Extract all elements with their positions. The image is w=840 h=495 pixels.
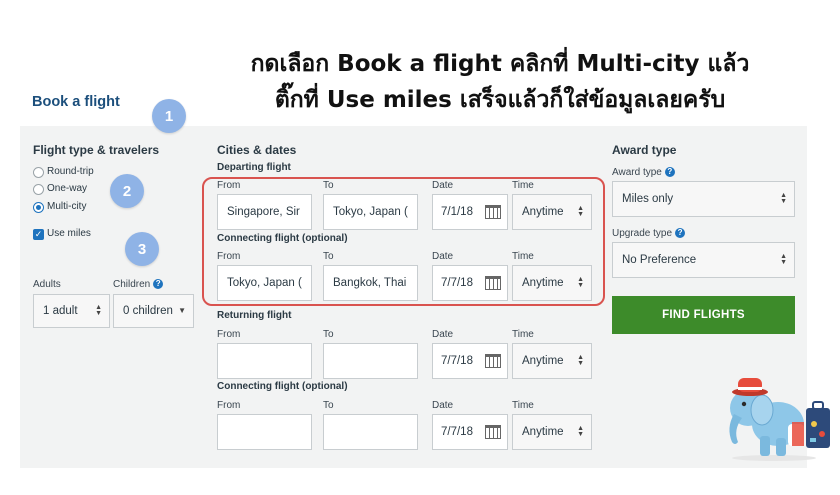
radio-round-trip[interactable] [33,167,44,178]
segment-4-to-input[interactable] [323,414,418,450]
segment-4-title: Connecting flight (optional) [217,381,348,392]
select-arrows-icon: ▲ ▼ [95,304,102,317]
segment-3-from-label: From [217,329,241,340]
children-label-text: Children [113,279,151,290]
chevron-down-icon: ▼ [178,306,186,315]
step-badge-3: 3 [125,232,159,266]
calendar-icon[interactable] [485,425,501,439]
upgrade-type-label: Upgrade type? [612,228,686,239]
caption-line-2: ติ๊กที่ Use miles เสร็จแล้วก็ใส่ข้อมูลเล… [274,87,726,113]
upgrade-type-value: No Preference [622,254,697,266]
segment-3-date-value: 7/7/18 [441,355,473,367]
use-miles-checkbox[interactable]: ✓ [33,229,44,240]
adults-select-value: 1 adult [43,305,78,317]
segment-3-to-label: To [323,329,334,340]
use-miles-label[interactable]: Use miles [47,228,91,239]
cities-dates-heading: Cities & dates [217,143,297,157]
radio-multi-city[interactable] [33,202,44,213]
segment-3-date-input[interactable]: 7/7/18 [432,343,508,379]
segment-1-title: Departing flight [217,162,291,173]
segment-4-date-label: Date [432,400,454,411]
elephant-mascot [729,378,830,461]
segment-3-title: Returning flight [217,310,292,321]
upgrade-type-label-text: Upgrade type [612,228,673,239]
segment-4-time-value: Anytime [522,426,564,438]
award-type-label-text: Award type [612,167,662,178]
segment-3-from-input[interactable] [217,343,312,379]
step-badge-1: 1 [152,99,186,133]
segment-3-to-input[interactable] [323,343,418,379]
segment-4-time-select[interactable]: Anytime ▲ ▼ [512,414,592,450]
page-title[interactable]: Book a flight [32,94,120,110]
radio-one-way[interactable] [33,184,44,195]
select-arrows-icon: ▲ ▼ [780,253,787,266]
select-arrows-icon: ▲ ▼ [577,354,584,367]
info-icon[interactable]: ? [675,228,686,238]
segment-3-time-value: Anytime [522,355,564,367]
children-select[interactable]: 0 children ▼ [113,294,194,328]
info-icon[interactable]: ? [153,279,164,289]
info-icon[interactable]: ? [664,167,675,177]
select-arrows-icon: ▲ ▼ [577,425,584,438]
radio-one-way-label[interactable]: One-way [47,183,87,194]
calendar-icon[interactable] [485,354,501,368]
segment-4-date-value: 7/7/18 [441,426,473,438]
highlight-frame [202,177,605,306]
segment-3-date-label: Date [432,329,454,340]
segment-4-date-input[interactable]: 7/7/18 [432,414,508,450]
adults-select[interactable]: 1 adult ▲ ▼ [33,294,110,328]
segment-4-time-label: Time [512,400,534,411]
segment-4-from-label: From [217,400,241,411]
radio-round-trip-label[interactable]: Round-trip [47,166,94,177]
segment-4-from-input[interactable] [217,414,312,450]
award-heading: Award type [612,143,677,157]
segment-4-to-label: To [323,400,334,411]
award-type-value: Miles only [622,193,674,205]
children-label: Children? [113,279,164,290]
award-type-select[interactable]: Miles only ▲ ▼ [612,181,795,217]
flight-type-heading: Flight type & travelers [33,143,160,157]
segment-3-time-select[interactable]: Anytime ▲ ▼ [512,343,592,379]
radio-multi-city-label[interactable]: Multi-city [47,201,86,212]
segment-3-time-label: Time [512,329,534,340]
caption-line-1: กดเลือก Book a flight คลิกที่ Multi-city… [250,51,750,77]
find-flights-button[interactable]: FIND FLIGHTS [612,296,795,334]
adults-label: Adults [33,279,61,290]
step-badge-2: 2 [110,174,144,208]
select-arrows-icon: ▲ ▼ [780,192,787,205]
children-select-value: 0 children [123,305,173,317]
award-type-label: Award type? [612,167,675,178]
upgrade-type-select[interactable]: No Preference ▲ ▼ [612,242,795,278]
